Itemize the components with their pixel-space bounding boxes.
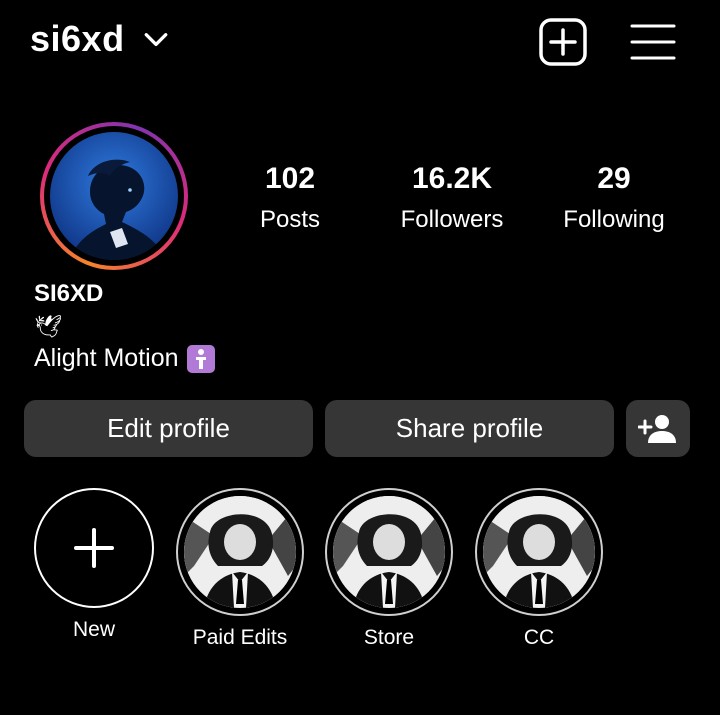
discover-people-button[interactable] [626, 400, 690, 457]
bio-text-line: Alight Motion [34, 344, 215, 373]
highlight-label: New [72, 618, 115, 641]
following-label: Following [563, 206, 665, 233]
highlight-cover-ring [475, 488, 603, 616]
avatar-image [50, 132, 178, 260]
following-stat[interactable]: 29 Following [548, 160, 680, 236]
highlight-store[interactable]: Store [324, 488, 454, 650]
followers-count: 16.2K [411, 162, 493, 195]
bio-emoji: 🕊 [34, 314, 62, 339]
add-person-icon [638, 414, 676, 443]
avatar-illustration [50, 132, 178, 260]
create-post-icon[interactable] [539, 18, 587, 66]
profile-page: si6xd 102 Posts 16.2K Followers 29 Follo… [0, 0, 720, 715]
highlight-label: Paid Edits [192, 626, 288, 649]
posts-label: Posts [259, 206, 321, 233]
menu-icon[interactable] [630, 22, 676, 62]
posts-count: 102 [264, 162, 316, 195]
posts-stat[interactable]: 102 Posts [240, 160, 340, 236]
followers-stat[interactable]: 16.2K Followers [382, 160, 522, 236]
person-symbol-icon [186, 344, 215, 373]
highlight-cover-image [333, 496, 445, 608]
profile-avatar[interactable] [40, 122, 188, 270]
highlight-cover-image [483, 496, 595, 608]
following-count: 29 [597, 162, 631, 195]
highlight-cover-ring [176, 488, 304, 616]
highlight-label: CC [523, 626, 555, 649]
highlight-cover-image [184, 496, 296, 608]
highlight-label: Store [363, 626, 415, 649]
chevron-down-icon [144, 33, 167, 47]
highlight-new[interactable]: New [29, 488, 159, 642]
plus-icon [74, 528, 114, 568]
account-switcher[interactable]: si6xd [30, 18, 169, 60]
display-name: SI6XD [34, 280, 104, 307]
highlight-cover-ring [325, 488, 453, 616]
highlight-paid-edits[interactable]: Paid Edits [175, 488, 305, 650]
highlight-cc[interactable]: CC [474, 488, 604, 650]
bio-text: Alight Motion [34, 344, 179, 372]
share-profile-button[interactable]: Share profile [325, 400, 614, 457]
edit-profile-button[interactable]: Edit profile [24, 400, 313, 457]
new-highlight-circle [34, 488, 154, 608]
followers-label: Followers [400, 206, 504, 233]
username: si6xd [30, 18, 125, 59]
avatar-border [44, 126, 184, 266]
